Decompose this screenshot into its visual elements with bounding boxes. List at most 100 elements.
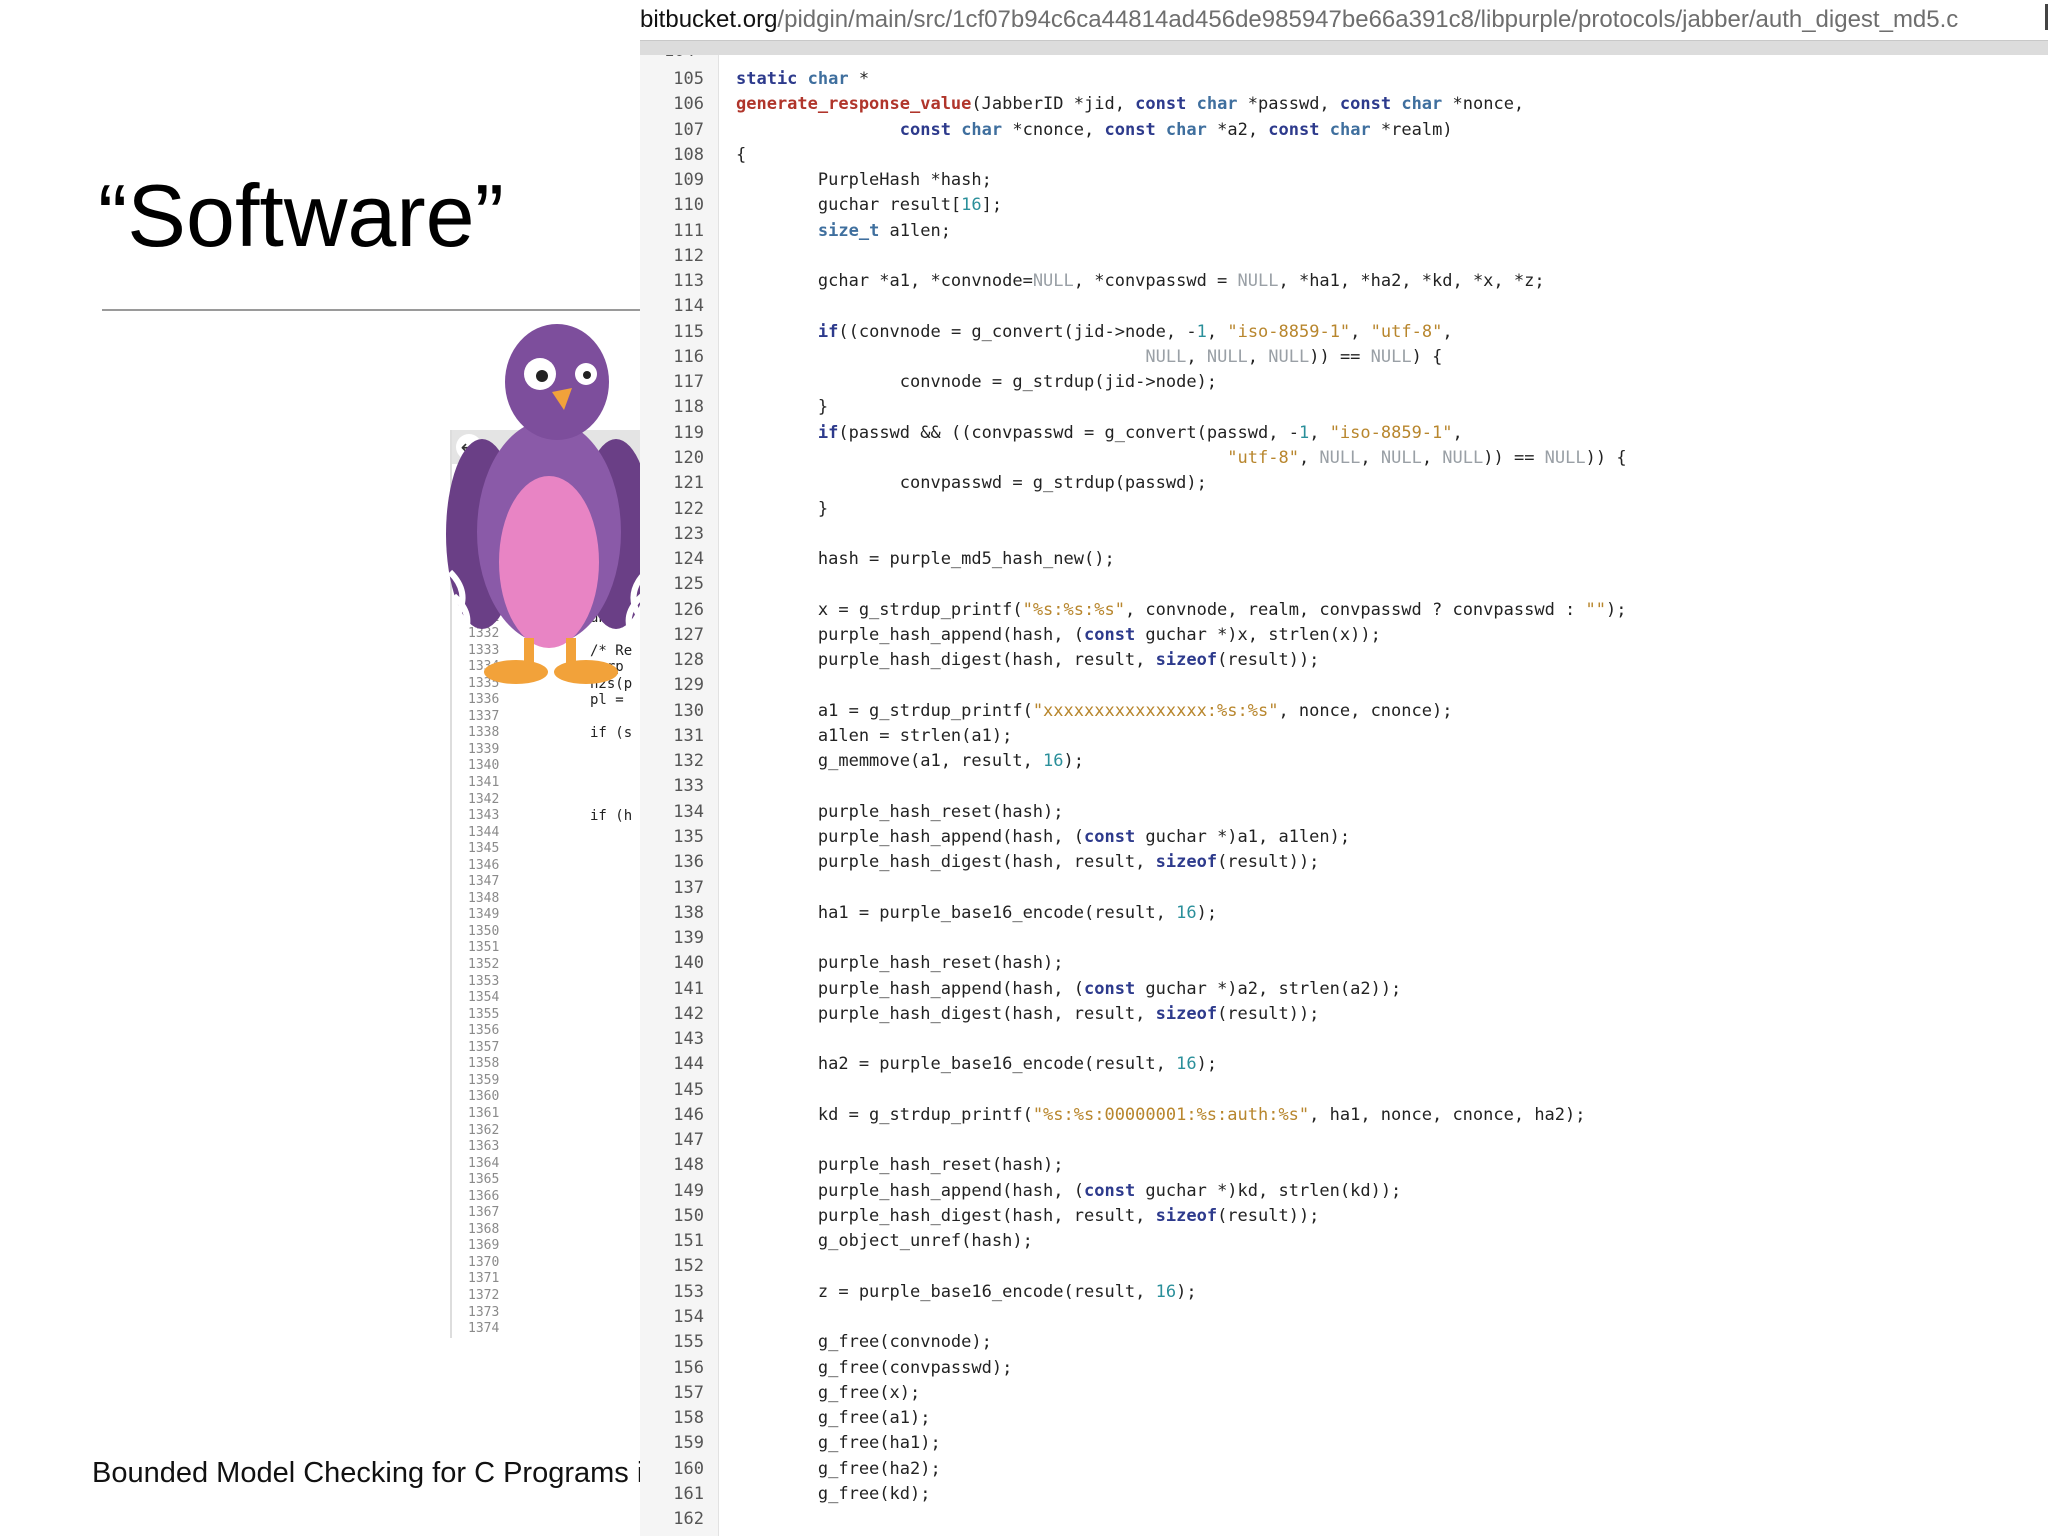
line-number: 113	[673, 271, 704, 292]
code-token: purple_hash_digest(hash, result,	[736, 1003, 1156, 1024]
code-line: 111 size_t a1len;	[640, 219, 2048, 244]
code-token: (passwd && ((convpasswd = g_convert(pass…	[838, 422, 1299, 443]
code-text: if((convnode = g_convert(jid->node, -1, …	[736, 320, 1453, 345]
line-number: 154	[673, 1307, 704, 1328]
code-token: g_free(x);	[736, 1382, 921, 1403]
code-token: const	[1084, 624, 1136, 645]
code-line: 119 if(passwd && ((convpasswd = g_conver…	[640, 421, 2048, 446]
background-line-number: 1339	[468, 741, 500, 757]
code-token: const	[1104, 119, 1166, 140]
line-number: 148	[673, 1155, 704, 1176]
code-text: purple_hash_digest(hash, result, sizeof(…	[736, 850, 1320, 875]
code-token: ,	[1452, 422, 1463, 443]
code-token: const	[1135, 94, 1197, 115]
code-text: x = g_strdup_printf("%s:%s:%s", convnode…	[736, 598, 1627, 623]
code-token: if	[817, 321, 839, 342]
line-number: 109	[673, 170, 704, 191]
code-line: 121 convpasswd = g_strdup(passwd);	[640, 471, 2048, 496]
code-text: purple_hash_append(hash, (const guchar *…	[736, 977, 1401, 1002]
code-token: NULL	[1370, 346, 1412, 367]
code-token: ,	[1298, 447, 1320, 468]
code-line: 124 hash = purple_md5_hash_new();	[640, 547, 2048, 572]
code-text: size_t a1len;	[736, 219, 951, 244]
code-line: 138 ha1 = purple_base16_encode(result, 1…	[640, 901, 2048, 926]
code-text: gchar *a1, *convnode=NULL, *convpasswd =…	[736, 269, 1545, 294]
code-line: 126 x = g_strdup_printf("%s:%s:%s", conv…	[640, 598, 2048, 623]
code-text: "utf-8", NULL, NULL, NULL)) == NULL)) {	[736, 446, 1626, 471]
url-host: bitbucket.org	[640, 6, 778, 33]
code-text: a1len = strlen(a1);	[736, 724, 1012, 749]
line-number: 139	[673, 928, 704, 949]
background-line-number: 1348	[468, 890, 500, 906]
code-token: purple_hash_reset(hash);	[736, 801, 1064, 822]
background-code-text: if (h	[590, 808, 633, 825]
background-line-number: 1355	[468, 1006, 500, 1022]
background-line-number: 1371	[468, 1271, 500, 1287]
code-text: }	[736, 395, 828, 420]
code-token: kd = g_strdup_printf(	[736, 1104, 1033, 1125]
code-token: a1len;	[879, 220, 951, 241]
line-number: 117	[673, 372, 704, 393]
horizontal-scrollbar[interactable]	[640, 40, 2048, 56]
code-text: g_free(convnode);	[736, 1330, 992, 1355]
code-line: 107 const char *cnonce, const char *a2, …	[640, 118, 2048, 143]
url-text[interactable]: bitbucket.org/pidgin/main/src/1cf07b94c6…	[640, 4, 1995, 36]
background-line-number: 1349	[468, 907, 500, 923]
code-token: guchar *)a1, a1len);	[1135, 826, 1351, 847]
code-text: a1 = g_strdup_printf("xxxxxxxxxxxxxxxx:%…	[736, 699, 1453, 724]
line-number: 130	[673, 700, 704, 721]
code-token: , *convpasswd =	[1073, 271, 1238, 292]
code-token: convpasswd = g_strdup(passwd);	[736, 473, 1207, 494]
code-line: 157 g_free(x);	[640, 1381, 2048, 1406]
code-line: 106 generate_response_value(JabberID *jid…	[640, 92, 2048, 117]
code-text: z = purple_base16_encode(result, 16);	[736, 1280, 1197, 1305]
line-number: 142	[673, 1003, 704, 1024]
code-line: 141 purple_hash_append(hash, (const guch…	[640, 977, 2048, 1002]
code-token: {	[736, 144, 747, 165]
background-line-number: 1366	[468, 1188, 500, 1204]
code-token: );	[1606, 599, 1627, 620]
line-number: 146	[673, 1104, 704, 1125]
code-line: 143	[640, 1027, 2048, 1052]
code-line: 145	[640, 1078, 2048, 1103]
code-line: 151 g_object_unref(hash);	[640, 1229, 2048, 1254]
code-token: x = g_strdup_printf(	[736, 599, 1023, 620]
line-number: 132	[673, 751, 704, 772]
code-text: PurpleHash *hash;	[736, 168, 992, 193]
code-text: purple_hash_digest(hash, result, sizeof(…	[736, 1002, 1320, 1027]
code-token: const	[1339, 94, 1402, 115]
code-line: 114	[640, 294, 2048, 319]
code-token: g_free(convnode);	[736, 1332, 992, 1353]
partial-line-number: 104	[664, 55, 695, 61]
line-number: 127	[673, 624, 704, 645]
code-line: 112	[640, 244, 2048, 269]
code-line: 159 g_free(ha1);	[640, 1431, 2048, 1456]
code-lines: 105 static char * 106 generate_response_val…	[640, 67, 2048, 1532]
line-number: 124	[673, 549, 704, 570]
address-bar[interactable]: bitbucket.org/pidgin/main/src/1cf07b94c6…	[640, 0, 2048, 40]
code-line: 146 kd = g_strdup_printf("%s:%s:00000001…	[640, 1103, 2048, 1128]
code-token: *cnonce,	[1002, 119, 1105, 140]
code-token: NULL	[1442, 447, 1484, 468]
code-token: a1len = strlen(a1);	[736, 725, 1013, 746]
code-token: char	[807, 69, 849, 89]
code-token: char	[1329, 119, 1371, 140]
line-number: 150	[673, 1205, 704, 1226]
code-text: generate_response_value(JabberID *jid, c…	[736, 92, 1524, 117]
code-token: char	[961, 119, 1003, 140]
code-token: )) ==	[1309, 346, 1371, 367]
background-line-number: 1359	[468, 1072, 500, 1088]
code-token: z = purple_base16_encode(result,	[736, 1281, 1156, 1302]
code-token: sizeof	[1155, 1003, 1218, 1024]
line-number: 106	[673, 94, 704, 115]
code-token: "iso-8859-1"	[1227, 321, 1351, 342]
background-line-number: 1338	[468, 725, 500, 741]
code-token: 1	[1298, 422, 1310, 443]
code-token: ha2 = purple_base16_encode(result,	[736, 1054, 1177, 1075]
code-token: generate_response_value	[736, 94, 972, 115]
code-token: (result));	[1217, 650, 1320, 671]
line-number: 108	[673, 144, 704, 165]
code-token: 16	[1176, 902, 1197, 923]
code-token: ""	[1585, 599, 1606, 620]
code-text: static char *	[736, 67, 869, 92]
